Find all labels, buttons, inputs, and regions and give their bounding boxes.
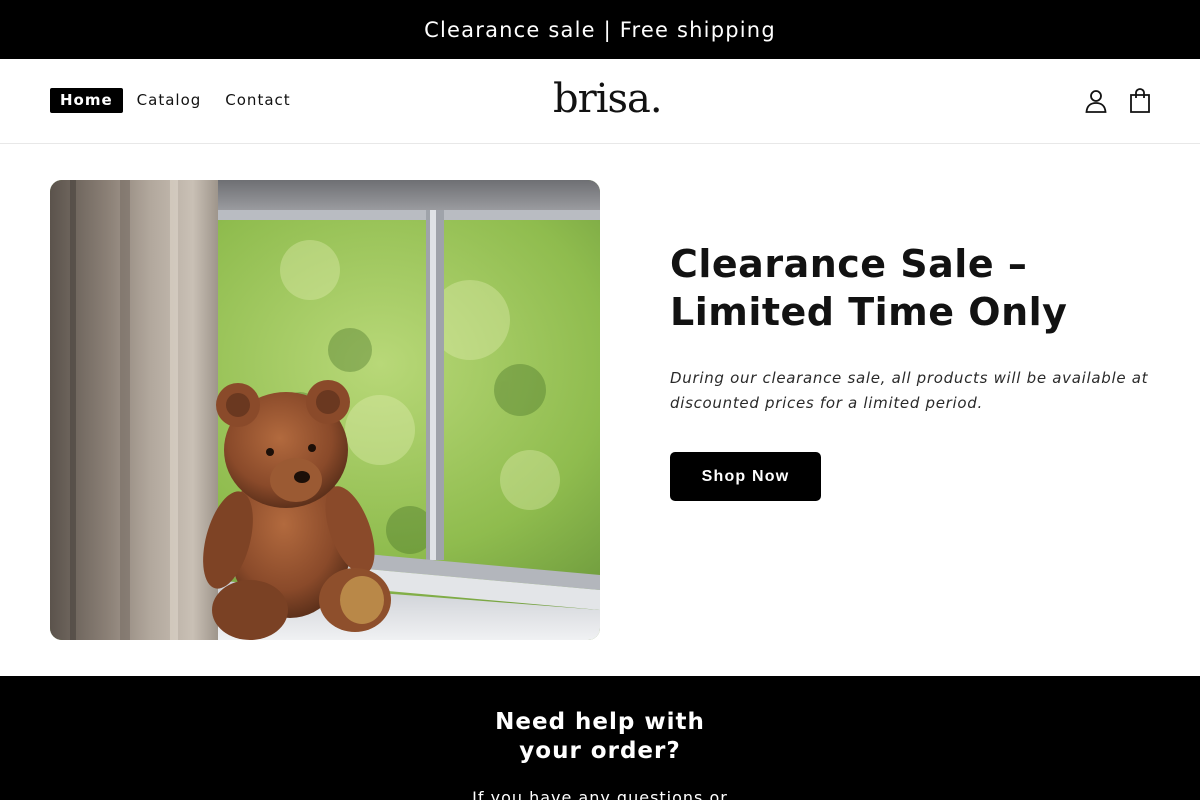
shop-now-button[interactable]: Shop Now — [670, 452, 821, 501]
cart-icon[interactable] — [1128, 87, 1152, 115]
hero-description: During our clearance sale, all products … — [670, 366, 1150, 416]
hero-title-line2: Limited Time Only — [670, 290, 1068, 334]
help-title-line2: your order? — [519, 738, 681, 764]
hero-content: Clearance Sale – Limited Time Only Durin… — [670, 240, 1150, 501]
header-actions — [1084, 87, 1152, 115]
brand-logo[interactable]: brisa. — [553, 73, 663, 125]
hero-title-line1: Clearance Sale – — [670, 242, 1028, 286]
nav-item-home[interactable]: Home — [50, 88, 123, 113]
account-icon[interactable] — [1084, 87, 1108, 115]
help-section: Need help with your order? If you have a… — [0, 676, 1200, 800]
site-header: Home Catalog Contact brisa. — [0, 59, 1200, 144]
announcement-bar: Clearance sale | Free shipping — [0, 0, 1200, 59]
announcement-text: Clearance sale | Free shipping — [424, 17, 776, 42]
hero-title: Clearance Sale – Limited Time Only — [670, 240, 1150, 336]
main-nav: Home Catalog Contact — [50, 88, 305, 113]
hero-description-line1: During our clearance sale, all products … — [670, 369, 1149, 387]
help-title-line1: Need help with — [495, 709, 705, 735]
nav-item-catalog[interactable]: Catalog — [127, 88, 212, 113]
hero-image — [50, 180, 600, 640]
nav-item-contact[interactable]: Contact — [215, 88, 300, 113]
help-title: Need help with your order? — [0, 708, 1200, 766]
hero-description-line2: discounted prices for a limited period. — [670, 394, 983, 412]
help-text: If you have any questions or — [472, 788, 728, 800]
teddy-bear-window-image — [50, 180, 600, 640]
